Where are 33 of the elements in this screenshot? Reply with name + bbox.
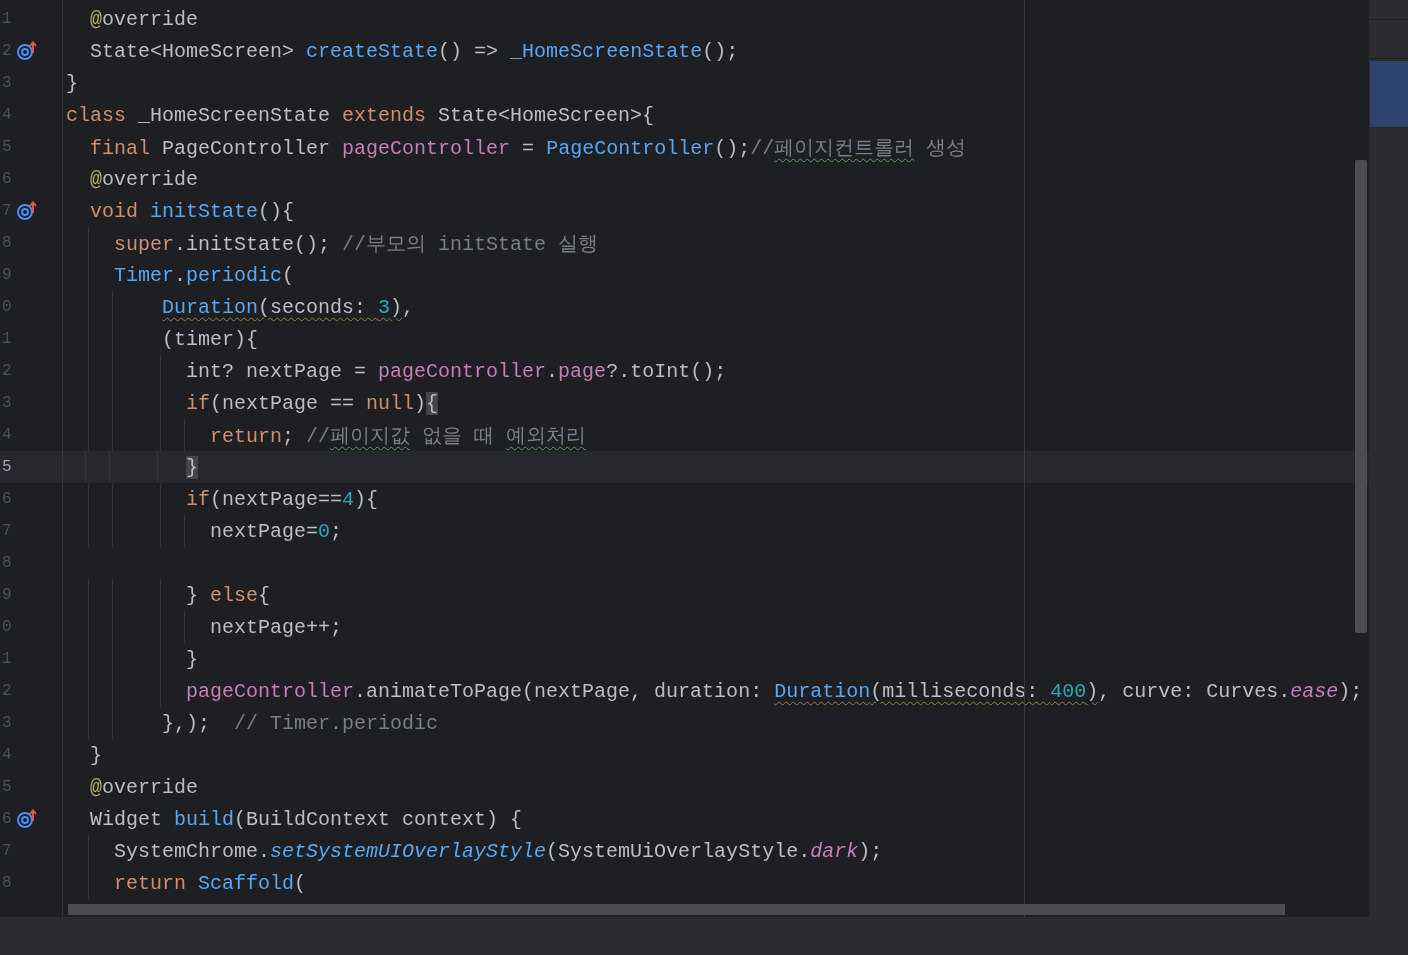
code-line: final PageController pageController = PageController();//페이지컨트롤러 생성: [89, 135, 967, 161]
code-line: super.initState(); //부모의 initState 실행: [113, 231, 599, 257]
code-line: Duration(seconds: 3),: [161, 295, 415, 319]
code-line: if(nextPage==4){: [185, 487, 379, 511]
code-line: }: [185, 647, 199, 671]
code-line: State<HomeScreen> createState() => _HomeScreenState();: [89, 39, 739, 63]
code-line: return; //페이지값 없을 때 예외처리: [209, 423, 587, 449]
code-line: }: [89, 743, 103, 767]
code-line: nextPage=0;: [209, 519, 343, 543]
scrollbar-thumb[interactable]: [1355, 160, 1367, 633]
code-line: Timer.periodic(: [113, 263, 295, 287]
code-line: }: [66, 71, 78, 95]
code-line: @override: [89, 167, 199, 191]
scrollbar-thumb[interactable]: [68, 904, 1285, 915]
code-line: return Scaffold(: [113, 871, 307, 895]
code-line: } else{: [185, 583, 271, 607]
line-number: 5: [2, 458, 13, 476]
code-line: SystemChrome.setSystemUIOverlayStyle(SystemUiOverlayStyle.dark);: [113, 839, 883, 863]
code-line: int? nextPage = pageController.page?.toInt();: [185, 359, 727, 383]
code-line: nextPage++;: [209, 615, 343, 639]
code-line: pageController.animateToPage(nextPage, duration: Duration(milliseconds: 400), curve: Curves.ease);: [185, 679, 1363, 703]
target-arrow-icon[interactable]: [16, 201, 38, 221]
selected-marker[interactable]: [1370, 61, 1408, 127]
code-line: void initState(){: [89, 199, 295, 223]
code-line: class _HomeScreenState extends State<HomeScreen>{: [66, 103, 655, 127]
code-line: },); // Timer.periodic: [161, 711, 439, 735]
code-line: @override: [89, 775, 199, 799]
code-line: Widget build(BuildContext context) {: [89, 807, 523, 831]
code-line: @override: [89, 7, 199, 31]
code-line: (timer){: [161, 327, 259, 351]
target-arrow-icon[interactable]: [16, 809, 38, 829]
target-arrow-icon[interactable]: [16, 41, 38, 61]
code-line: if(nextPage == null){: [185, 391, 439, 415]
